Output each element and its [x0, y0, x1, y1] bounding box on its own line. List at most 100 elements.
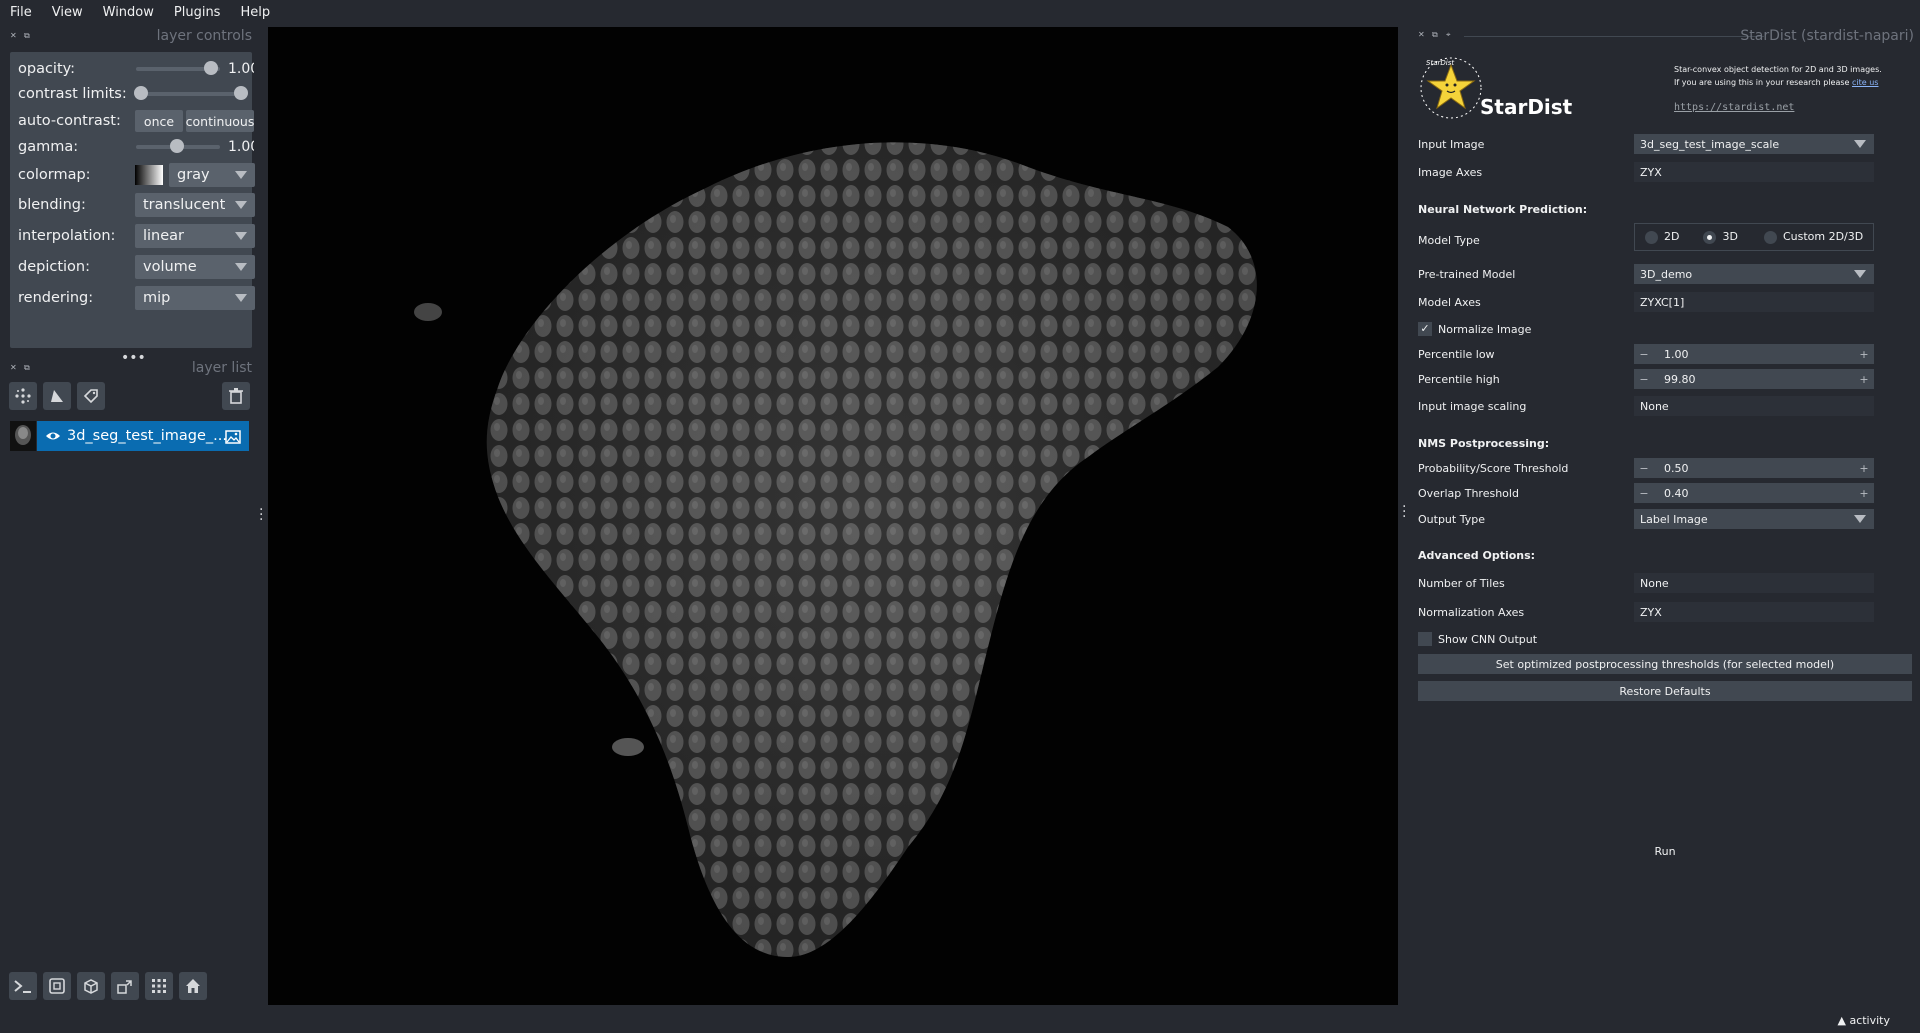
opacity-slider-handle[interactable] [204, 61, 218, 75]
chevron-down-icon [235, 294, 247, 302]
output-type-dropdown[interactable]: Label Image [1634, 509, 1874, 529]
opacity-slider[interactable] [136, 61, 220, 75]
prob-thresh-label: Probability/Score Threshold [1418, 461, 1569, 475]
stardist-url-link[interactable]: https://stardist.net [1674, 102, 1794, 113]
model-type-3d-option[interactable]: 3D [1703, 230, 1738, 244]
model-type-custom-option[interactable]: Custom 2D/3D [1763, 230, 1863, 244]
plus-icon[interactable]: + [1854, 373, 1874, 386]
stardist-logo: StarDist StarDist [1418, 55, 1588, 125]
interpolation-dropdown[interactable]: linear [135, 224, 255, 248]
menu-file[interactable]: File [0, 5, 42, 20]
minus-icon[interactable]: − [1634, 487, 1654, 500]
percentile-high-spinbox[interactable]: − 99.80 + [1634, 369, 1874, 389]
close-dock-icon[interactable]: ✕ [1418, 31, 1426, 39]
float-dock-icon[interactable]: ⧉ [1432, 31, 1440, 39]
new-labels-icon[interactable] [77, 382, 105, 410]
auto-contrast-label: auto-contrast: [18, 113, 121, 129]
scaling-field[interactable]: None [1634, 396, 1874, 416]
contrast-min-handle[interactable] [134, 86, 148, 100]
minus-icon[interactable]: − [1634, 348, 1654, 361]
restore-defaults-button[interactable]: Restore Defaults [1418, 681, 1912, 701]
pin-dock-icon[interactable]: ⌖ [1446, 31, 1454, 39]
menu-help[interactable]: Help [230, 5, 280, 20]
menu-plugins[interactable]: Plugins [164, 5, 231, 20]
input-image-row: Input Image 3d_seg_test_image_scale [1418, 133, 1918, 155]
close-dock-icon[interactable]: ✕ [10, 364, 18, 372]
output-type-value: Label Image [1640, 512, 1708, 526]
new-points-icon[interactable] [9, 382, 37, 410]
chevron-down-icon [235, 171, 247, 179]
percentile-high-label: Percentile high [1418, 372, 1500, 386]
plus-icon[interactable]: + [1854, 348, 1874, 361]
minus-icon[interactable]: − [1634, 462, 1654, 475]
plus-icon[interactable]: + [1854, 462, 1874, 475]
blending-dropdown[interactable]: translucent [135, 193, 255, 217]
activity-toggle[interactable]: ▲ activity [1837, 1014, 1890, 1027]
auto-contrast-once-button[interactable]: once [135, 110, 183, 132]
layer-list-item[interactable]: 3d_seg_test_image_... [10, 421, 250, 451]
opacity-value: 1.00 [228, 61, 254, 77]
viewer-canvas[interactable] [268, 27, 1398, 1005]
roll-icon[interactable] [77, 972, 105, 1000]
contrast-range-slider[interactable] [134, 86, 248, 100]
prob-thresh-spinbox[interactable]: − 0.50 + [1634, 458, 1874, 478]
norm-axes-field[interactable]: ZYX [1634, 602, 1874, 622]
depiction-dropdown[interactable]: volume [135, 255, 255, 279]
percentile-high-row: Percentile high − 99.80 + [1418, 368, 1918, 390]
input-image-dropdown[interactable]: 3d_seg_test_image_scale [1634, 134, 1874, 154]
stardist-logo-badge: StarDist [1426, 59, 1455, 67]
console-icon[interactable] [9, 972, 37, 1000]
menu-view[interactable]: View [42, 5, 93, 20]
minus-icon[interactable]: − [1634, 373, 1654, 386]
home-icon[interactable] [179, 972, 207, 1000]
depiction-value: volume [143, 259, 197, 275]
norm-axes-row: Normalization Axes ZYX [1418, 601, 1918, 623]
radio-icon [1763, 230, 1777, 244]
gamma-value: 1.00 [228, 139, 254, 155]
cite-link[interactable]: cite us [1852, 78, 1878, 87]
checkbox-checked-icon[interactable]: ✓ [1418, 322, 1432, 336]
model-type-2d-label: 2D [1664, 230, 1680, 244]
gamma-slider[interactable] [136, 139, 220, 153]
auto-contrast-continuous-button[interactable]: continuous [186, 110, 254, 132]
rendering-dropdown[interactable]: mip [135, 286, 255, 310]
run-button[interactable]: Run [1418, 845, 1912, 858]
plus-icon[interactable]: + [1854, 487, 1874, 500]
model-type-2d-option[interactable]: 2D [1645, 230, 1679, 244]
overlap-thresh-spinbox[interactable]: − 0.40 + [1634, 483, 1874, 503]
nms-section-title: NMS Postprocessing: [1418, 437, 1550, 450]
checkbox-icon[interactable] [1418, 632, 1432, 646]
n-tiles-row: Number of Tiles None [1418, 572, 1918, 594]
output-type-label: Output Type [1418, 512, 1485, 526]
percentile-low-spinbox[interactable]: − 1.00 + [1634, 344, 1874, 364]
image-axes-field[interactable]: ZYX [1634, 162, 1874, 182]
ndisplay-icon[interactable] [43, 972, 71, 1000]
show-cnn-row[interactable]: Show CNN Output [1418, 628, 1918, 650]
normalize-row[interactable]: ✓ Normalize Image [1418, 318, 1918, 340]
grid-icon[interactable] [145, 972, 173, 1000]
float-dock-icon[interactable]: ⧉ [24, 32, 32, 40]
new-shapes-icon[interactable] [43, 382, 71, 410]
layer-selected-row[interactable]: 3d_seg_test_image_... [37, 421, 249, 451]
float-dock-icon[interactable]: ⧉ [24, 364, 32, 372]
stardist-title: StarDist (stardist-napari) [1740, 28, 1914, 44]
menu-window[interactable]: Window [93, 5, 164, 20]
pretrained-dropdown[interactable]: 3D_demo [1634, 264, 1874, 284]
delete-layer-icon[interactable] [222, 382, 250, 410]
close-dock-icon[interactable]: ✕ [10, 32, 18, 40]
n-tiles-field[interactable]: None [1634, 573, 1874, 593]
colormap-dropdown[interactable]: gray [169, 163, 255, 187]
set-thresholds-button[interactable]: Set optimized postprocessing thresholds … [1418, 654, 1912, 674]
visibility-icon[interactable] [45, 428, 61, 447]
transpose-icon[interactable] [111, 972, 139, 1000]
model-axes-field[interactable]: ZYXC[1] [1634, 292, 1874, 312]
layer-name: 3d_seg_test_image_... [67, 428, 227, 444]
rendering-row: rendering: mip [18, 285, 255, 311]
scaling-row: Input image scaling None [1418, 395, 1918, 417]
contrast-max-handle[interactable] [234, 86, 248, 100]
show-cnn-label: Show CNN Output [1438, 632, 1538, 646]
normalize-label: Normalize Image [1438, 322, 1532, 336]
left-splitter-handle[interactable]: · · · [259, 503, 263, 527]
gamma-slider-handle[interactable] [170, 139, 184, 153]
layer-controls-panel: opacity: 1.00 contrast limits: auto-cont… [10, 52, 255, 348]
